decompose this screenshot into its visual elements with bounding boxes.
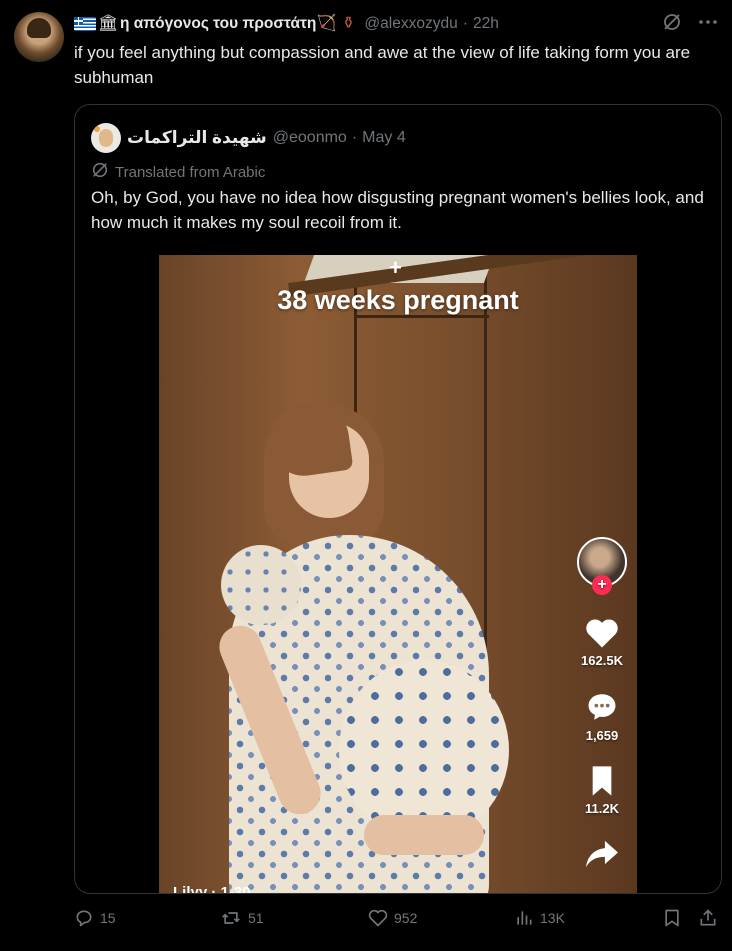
comment-bubble-icon — [588, 694, 616, 720]
quoted-post-date: May 4 — [362, 129, 406, 146]
video-save-count: 11.2K — [585, 801, 619, 816]
dress-sleeve — [221, 545, 301, 625]
reply-count: 15 — [100, 910, 116, 926]
quoted-author-handle[interactable]: @eoonmo — [273, 129, 347, 147]
reply-icon — [76, 910, 92, 927]
video-plus-glyph: + — [389, 255, 402, 280]
separator-dot: · — [462, 15, 469, 32]
video-share[interactable] — [584, 838, 620, 870]
share-button[interactable] — [698, 908, 718, 928]
views-icon — [517, 911, 532, 925]
repost-button[interactable]: 51 — [220, 908, 264, 928]
bookmark-icon — [592, 766, 612, 796]
quoted-author-display-name[interactable]: شهيدة التراكمات — [127, 128, 267, 148]
share-icon — [700, 909, 716, 926]
quoted-author-avatar[interactable] — [91, 123, 121, 153]
tiktok-action-rail: + 162.5K 1,659 11.2K — [567, 525, 637, 870]
author-display-name[interactable]: η απόγονος του προστάτη — [120, 15, 316, 33]
separator-dot: · — [351, 129, 358, 146]
author-handle[interactable]: @alexxozydu — [364, 15, 457, 33]
video-caption: 38 weeks pregnant — [277, 285, 519, 315]
video-comment-count: 1,659 — [585, 728, 619, 743]
like-icon — [368, 909, 388, 927]
pregnant-belly — [339, 660, 509, 840]
quoted-post-text: Oh, by God, you have no idea how disgust… — [91, 188, 704, 232]
grok-icon — [91, 161, 109, 183]
like-count: 952 — [394, 910, 418, 926]
creator-avatar[interactable]: + — [577, 537, 627, 595]
share-arrow-icon — [586, 840, 618, 868]
more-icon[interactable] — [698, 12, 718, 37]
grok-icon[interactable] — [662, 12, 682, 37]
repost-icon — [222, 912, 240, 924]
bow-and-arrow-icon: 🏹 — [316, 15, 337, 32]
views-count: 13K — [540, 910, 565, 926]
post-time[interactable]: 22h — [473, 15, 499, 33]
video-like[interactable]: 162.5K — [581, 617, 623, 668]
follow-plus-icon[interactable]: + — [592, 575, 612, 595]
reply-button[interactable]: 15 — [74, 908, 116, 928]
video-like-count: 162.5K — [581, 653, 623, 668]
views-button[interactable]: 13K — [514, 908, 565, 928]
author-avatar[interactable] — [14, 12, 64, 62]
quoted-post-header: شهيدة التراكمات @eoonmo · May 4 — [91, 123, 406, 153]
post-text: if you feel anything but compassion and … — [74, 43, 691, 87]
person-hand — [364, 815, 484, 855]
translation-notice: Translated from Arabic — [91, 161, 265, 183]
like-button[interactable]: 952 — [368, 908, 417, 928]
action-bar: 15 51 952 13K — [74, 908, 724, 938]
post-header: 🏛 η απόγονος του προστάτη 🏹 ⚱ @alexxozyd… — [74, 12, 718, 36]
video-thumbnail[interactable]: + 38 weeks pregnant + 162.5K 1,659 11.2K — [159, 255, 637, 894]
quoted-post[interactable]: شهيدة التراكمات @eoonmo · May 4 Translat… — [74, 104, 722, 894]
video-comments[interactable]: 1,659 — [584, 690, 620, 743]
amphora-icon: ⚱ — [341, 15, 356, 32]
video-save[interactable]: 11.2K — [585, 765, 619, 816]
video-creator-name: Lilyy · 1-30 — [173, 884, 251, 894]
repost-count: 51 — [248, 910, 264, 926]
bookmark-button[interactable] — [662, 908, 682, 928]
translated-label: Translated from Arabic — [115, 163, 266, 181]
greek-flag-icon — [74, 17, 96, 31]
classical-building-icon: 🏛 — [98, 15, 119, 32]
heart-icon — [586, 619, 618, 648]
bookmark-icon — [665, 909, 679, 927]
